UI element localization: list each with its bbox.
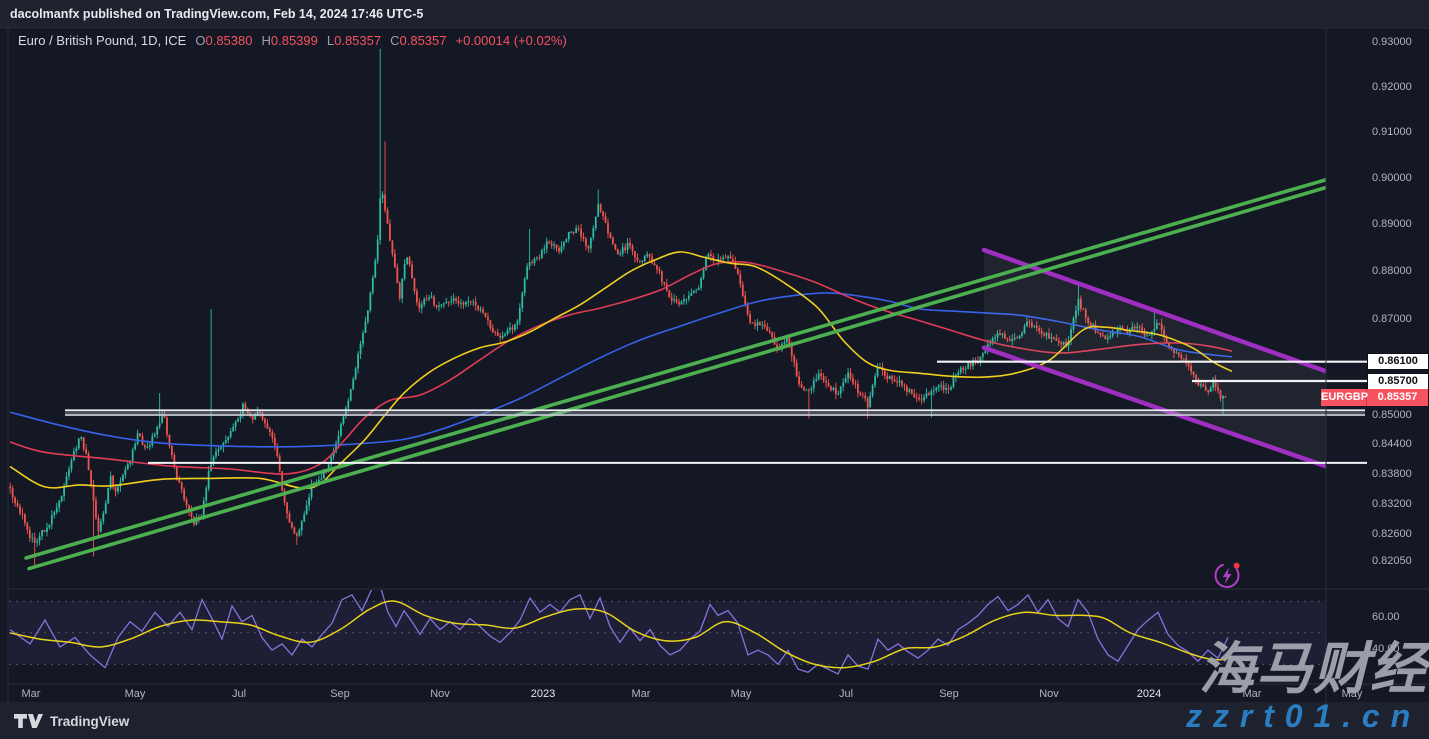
- last-price-symbol: EURGBP: [1321, 389, 1367, 406]
- watermark-brand: 海马财经: [1199, 640, 1427, 698]
- price-axis-label: 0.82050: [1372, 553, 1412, 569]
- notification-dot: [1234, 563, 1240, 569]
- ohlc-value: 0.85357: [334, 33, 381, 48]
- tradingview-logo-text[interactable]: TradingView: [50, 714, 129, 729]
- tradingview-published-chart: dacolmanfx published on TradingView.com,…: [0, 0, 1429, 739]
- tradingview-logo-icon[interactable]: [14, 714, 43, 729]
- last-price-value: 0.85357: [1367, 389, 1428, 406]
- time-axis-label: Nov: [1039, 688, 1059, 700]
- time-axis-label: Sep: [939, 688, 959, 700]
- ohlc-key: H: [261, 33, 270, 48]
- ohlc-value: 0.85357: [400, 33, 447, 48]
- price-axis-label: 0.85000: [1372, 407, 1412, 423]
- watermark-url: zzrt01.cn: [1186, 699, 1421, 733]
- time-axis-label: May: [731, 688, 752, 700]
- main-pane: [9, 49, 1335, 569]
- ohlc-pair: O0.85380: [195, 33, 252, 48]
- price-axis-label: 0.88000: [1372, 263, 1412, 279]
- price-axis-label: 0.91000: [1372, 124, 1412, 140]
- chart-legend[interactable]: Euro / British Pound, 1D, ICEO0.85380H0.…: [18, 33, 567, 48]
- last-price-tag: EURGBP 0.85357: [1321, 389, 1428, 406]
- time-axis-label: Jul: [839, 688, 853, 700]
- purple-channel-fill: [984, 250, 1329, 467]
- time-axis-label: May: [125, 688, 146, 700]
- time-axis-label: Nov: [430, 688, 450, 700]
- ohlc-value: 0.85380: [205, 33, 252, 48]
- symbol-title[interactable]: Euro / British Pound, 1D, ICE: [18, 33, 186, 48]
- price-line-tag: 0.86100: [1367, 353, 1429, 370]
- price-chart-canvas[interactable]: [0, 0, 1429, 739]
- time-axis-label: Jul: [232, 688, 246, 700]
- rsi-pane: [9, 585, 1326, 674]
- ohlc-pair: L0.85357: [327, 33, 381, 48]
- price-axis-label: 0.83200: [1372, 496, 1412, 512]
- rsi-axis-label: 60.00: [1372, 609, 1400, 625]
- time-axis-label: Mar: [632, 688, 651, 700]
- time-axis-label: 2023: [531, 688, 555, 700]
- price-axis-label: 0.84400: [1372, 436, 1412, 452]
- time-axis-label: Mar: [22, 688, 41, 700]
- price-axis-label: 0.82600: [1372, 526, 1412, 542]
- time-axis-label: Sep: [330, 688, 350, 700]
- price-axis-label: 0.92000: [1372, 79, 1412, 95]
- ohlc-pair: C0.85357: [390, 33, 446, 48]
- ohlc-pair: H0.85399: [261, 33, 317, 48]
- ohlc-key: C: [390, 33, 399, 48]
- bolt-glyph: [1223, 568, 1232, 585]
- price-axis-label: 0.93000: [1372, 34, 1412, 50]
- time-axis-label: 2024: [1137, 688, 1161, 700]
- price-axis-label: 0.90000: [1372, 170, 1412, 186]
- ohlc-value: 0.85399: [271, 33, 318, 48]
- change-value: +0.00014 (+0.02%): [456, 33, 567, 48]
- ohlc-values: O0.85380H0.85399L0.85357C0.85357: [186, 33, 446, 48]
- lightning-badge-icon[interactable]: [1210, 558, 1244, 592]
- price-axis-label: 0.83800: [1372, 466, 1412, 482]
- ohlc-key: O: [195, 33, 205, 48]
- price-line-tag: 0.85700: [1367, 373, 1429, 390]
- price-axis-label: 0.89000: [1372, 216, 1412, 232]
- price-axis-label: 0.87000: [1372, 311, 1412, 327]
